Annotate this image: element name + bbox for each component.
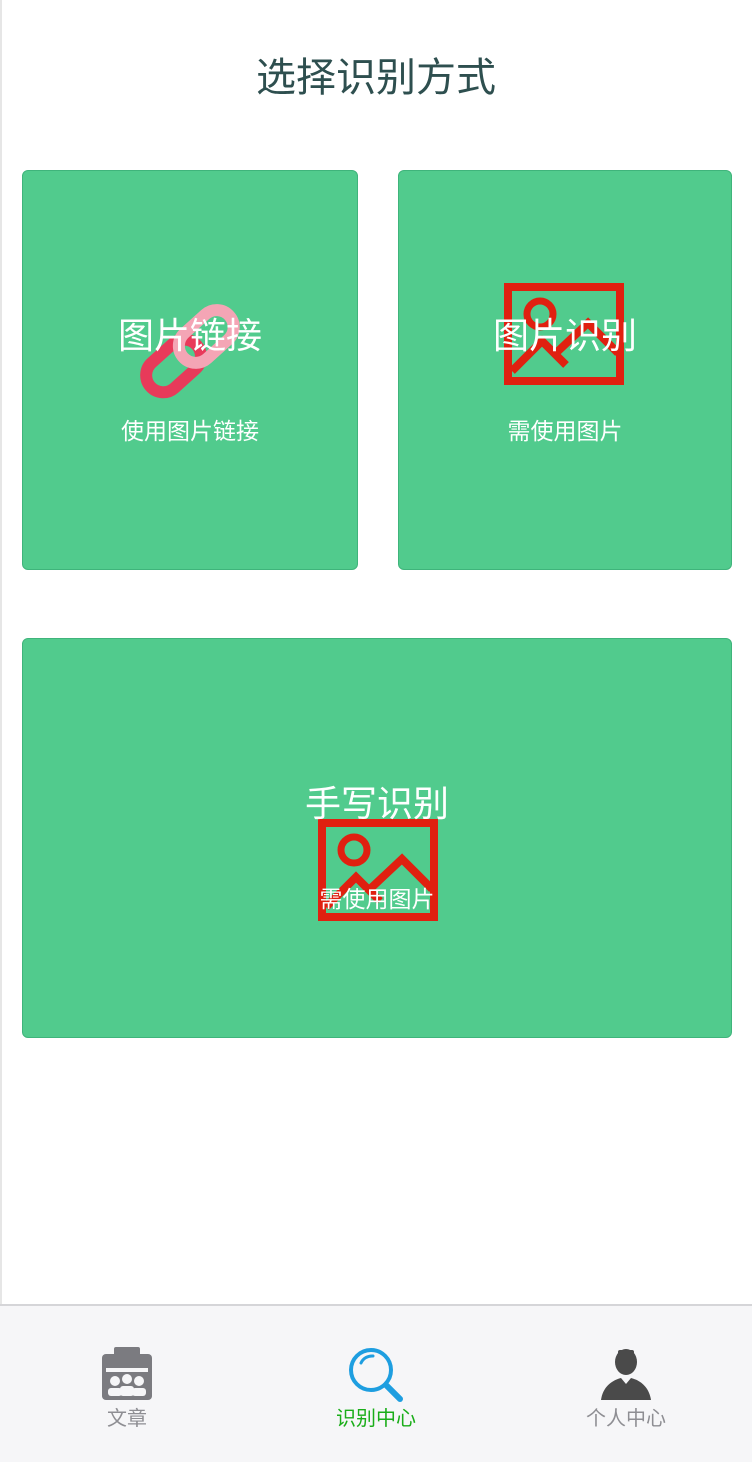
image-link-title: 图片链接 (117, 316, 262, 357)
user-icon (599, 1346, 653, 1406)
image-link-card[interactable]: 图片链接 使用图片链接 (22, 170, 358, 570)
left-edge-divider (0, 0, 2, 1305)
image-recognition-title: 图片识别 (492, 316, 637, 357)
image-recognition-card[interactable]: 图片识别 需使用图片 (398, 170, 732, 570)
page-title: 选择识别方式 (256, 55, 496, 101)
handwriting-recognition-subtitle: 需使用图片 (319, 887, 435, 913)
tab-articles-label: 文章 (107, 1406, 147, 1430)
tab-recognition[interactable]: 识别中心 (251, 1306, 501, 1462)
image-link-subtitle: 使用图片链接 (121, 419, 259, 445)
handwriting-recognition-title: 手写识别 (304, 784, 449, 825)
articles-icon (100, 1346, 154, 1406)
handwriting-recognition-card[interactable]: 手写识别 需使用图片 (22, 638, 732, 1038)
tab-profile-label: 个人中心 (586, 1406, 666, 1430)
bottom-tab-bar: 文章 识别中心 个人中心 (0, 1304, 752, 1462)
tab-articles[interactable]: 文章 (2, 1306, 252, 1462)
tab-profile[interactable]: 个人中心 (501, 1306, 751, 1462)
image-recognition-subtitle: 需使用图片 (507, 419, 623, 445)
search-icon (347, 1346, 405, 1408)
tab-recognition-label: 识别中心 (336, 1406, 416, 1430)
